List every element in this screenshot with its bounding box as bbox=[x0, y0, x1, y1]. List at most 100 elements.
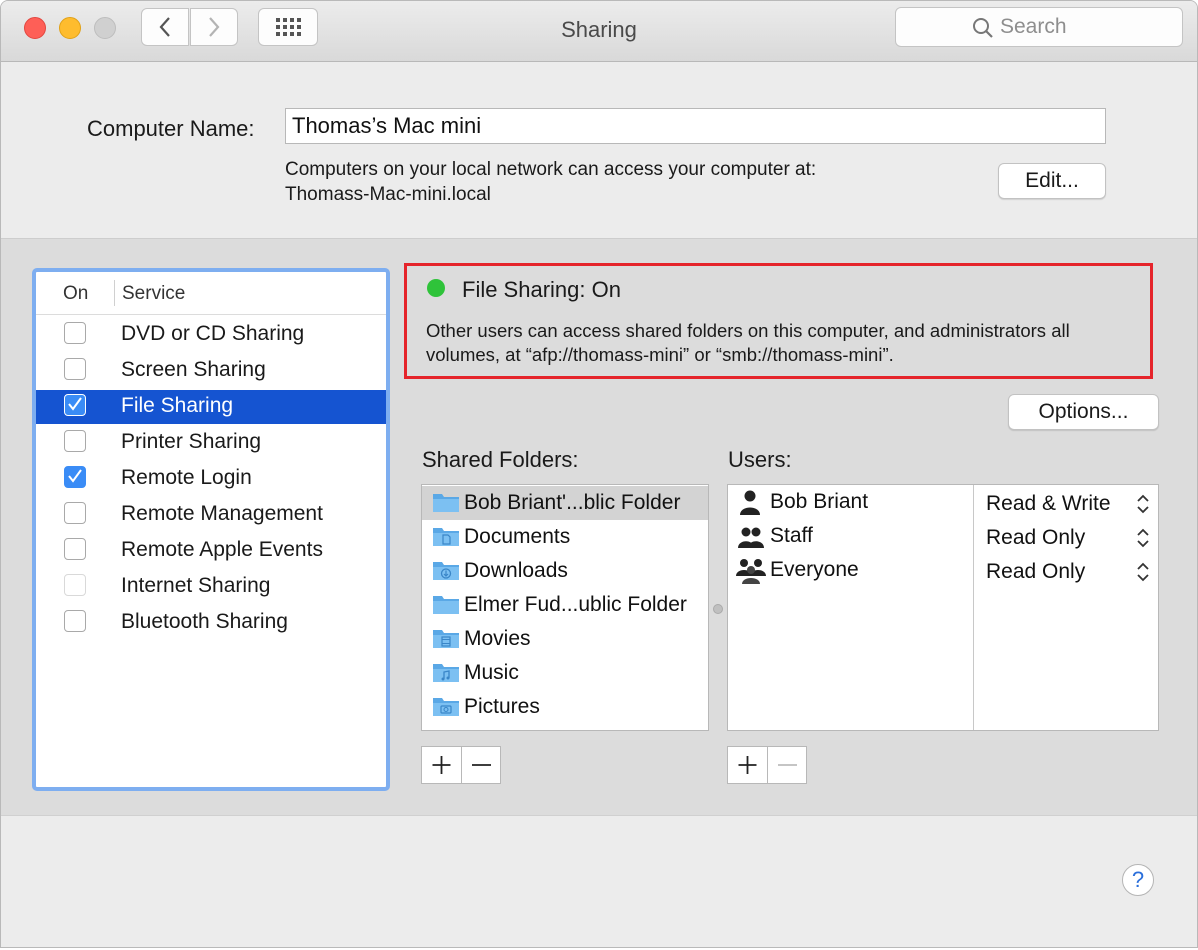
service-label: Internet Sharing bbox=[121, 574, 271, 597]
status-indicator bbox=[427, 279, 445, 297]
user-icon bbox=[740, 490, 760, 515]
help-button[interactable]: ? bbox=[1122, 864, 1154, 896]
service-checkbox[interactable] bbox=[64, 394, 86, 416]
service-label: Remote Login bbox=[121, 466, 252, 489]
permission-popup[interactable]: Read Only bbox=[974, 521, 1158, 555]
service-label: Printer Sharing bbox=[121, 430, 262, 453]
service-checkbox[interactable] bbox=[64, 502, 86, 524]
folder-row[interactable]: Music bbox=[422, 656, 708, 690]
add-folder-button[interactable] bbox=[422, 747, 461, 783]
updown-chevron-icon bbox=[1137, 494, 1149, 514]
folder-row[interactable]: Documents bbox=[422, 520, 708, 554]
service-row-file-sharing[interactable]: File Sharing bbox=[36, 390, 386, 424]
folders-add-remove bbox=[421, 746, 501, 784]
add-user-button[interactable] bbox=[728, 747, 767, 783]
computer-name-input[interactable] bbox=[285, 108, 1106, 144]
services-list[interactable]: On Service DVD or CD Sharing Screen Shar… bbox=[32, 268, 390, 791]
folder-name: Bob Briant'...blic Folder bbox=[464, 491, 681, 514]
minus-icon bbox=[472, 764, 491, 766]
folder-name: Movies bbox=[464, 627, 531, 650]
group-icon bbox=[738, 527, 764, 548]
service-row-remote-apple-events[interactable]: Remote Apple Events bbox=[36, 534, 386, 568]
service-row-bluetooth-sharing[interactable]: Bluetooth Sharing bbox=[36, 606, 386, 640]
folder-icon bbox=[433, 596, 459, 614]
service-checkbox[interactable] bbox=[64, 322, 86, 344]
status-highlight-box: File Sharing: On Other users can access … bbox=[404, 263, 1153, 379]
remove-folder-button[interactable] bbox=[462, 747, 501, 783]
title-bar: Sharing bbox=[1, 1, 1197, 62]
options-button[interactable]: Options... bbox=[1008, 394, 1159, 430]
user-row[interactable]: Everyone bbox=[728, 554, 972, 588]
column-header-service[interactable]: Service bbox=[122, 283, 185, 305]
service-row-screen-sharing[interactable]: Screen Sharing bbox=[36, 354, 386, 388]
service-row-printer-sharing[interactable]: Printer Sharing bbox=[36, 426, 386, 460]
folder-row[interactable]: Elmer Fud...ublic Folder bbox=[422, 588, 708, 622]
folder-row[interactable]: Downloads bbox=[422, 554, 708, 588]
service-row-dvd-or-cd-sharing[interactable]: DVD or CD Sharing bbox=[36, 318, 386, 352]
shared-folders-label: Shared Folders: bbox=[422, 447, 579, 472]
service-checkbox[interactable] bbox=[64, 430, 86, 452]
local-hostname: Thomass-Mac-mini.local bbox=[285, 184, 491, 205]
users-label: Users: bbox=[728, 447, 792, 472]
column-header-on[interactable]: On bbox=[63, 283, 88, 305]
status-description: Other users can access shared folders on… bbox=[426, 320, 1070, 365]
plus-icon bbox=[432, 756, 451, 774]
pictures-folder-icon bbox=[433, 698, 459, 716]
checkmark-icon bbox=[68, 397, 82, 411]
search-icon bbox=[973, 18, 993, 38]
service-row-remote-management[interactable]: Remote Management bbox=[36, 498, 386, 532]
user-row[interactable]: Staff bbox=[728, 520, 972, 554]
permission-popup[interactable]: Read & Write bbox=[974, 487, 1158, 521]
search-input[interactable] bbox=[1000, 15, 1170, 39]
shared-folders-list[interactable]: Bob Briant'...blic Folder Documents Down… bbox=[421, 484, 709, 731]
service-label: DVD or CD Sharing bbox=[121, 322, 305, 345]
users-add-remove bbox=[727, 746, 807, 784]
folder-name: Documents bbox=[464, 525, 571, 548]
downloads-folder-icon bbox=[433, 562, 459, 580]
service-label: Screen Sharing bbox=[121, 358, 266, 381]
sharing-window: Sharing Computer Name: Computers on your… bbox=[0, 0, 1198, 948]
users-permissions-list[interactable]: Bob Briant Staff Everyone Read & Write R… bbox=[727, 484, 1159, 731]
service-checkbox[interactable] bbox=[64, 538, 86, 560]
documents-folder-icon bbox=[433, 528, 459, 546]
computer-name-section bbox=[1, 62, 1197, 237]
remove-user-button[interactable] bbox=[768, 747, 807, 783]
folder-row[interactable]: Bob Briant'...blic Folder bbox=[422, 486, 708, 520]
user-name: Everyone bbox=[770, 558, 859, 581]
user-name: Bob Briant bbox=[770, 490, 869, 513]
service-label: Remote Apple Events bbox=[121, 538, 323, 561]
service-row-internet-sharing[interactable]: Internet Sharing bbox=[36, 570, 386, 604]
plus-icon bbox=[738, 756, 757, 774]
folder-name: Pictures bbox=[464, 695, 540, 718]
split-view-handle[interactable] bbox=[713, 604, 723, 614]
network-access-text: Computers on your local network can acce… bbox=[285, 159, 817, 180]
edit-button[interactable]: Edit... bbox=[998, 163, 1106, 199]
service-checkbox[interactable] bbox=[64, 466, 86, 488]
music-folder-icon bbox=[433, 664, 459, 682]
folder-name: Elmer Fud...ublic Folder bbox=[464, 593, 687, 616]
status-title: File Sharing: On bbox=[462, 277, 621, 302]
search-field[interactable] bbox=[895, 7, 1183, 47]
service-checkbox[interactable] bbox=[64, 610, 86, 632]
permission-popup[interactable]: Read Only bbox=[974, 555, 1158, 589]
folder-name: Downloads bbox=[464, 559, 568, 582]
folder-row[interactable]: Pictures bbox=[422, 690, 708, 724]
service-checkbox[interactable] bbox=[64, 574, 86, 596]
updown-chevron-icon bbox=[1137, 528, 1149, 548]
user-row[interactable]: Bob Briant bbox=[728, 486, 972, 520]
service-row-remote-login[interactable]: Remote Login bbox=[36, 462, 386, 496]
service-label: Bluetooth Sharing bbox=[121, 610, 288, 633]
minus-icon bbox=[778, 764, 797, 766]
updown-chevron-icon bbox=[1137, 562, 1149, 582]
service-checkbox[interactable] bbox=[64, 358, 86, 380]
movies-folder-icon bbox=[433, 630, 459, 648]
permission-value: Read Only bbox=[986, 526, 1086, 549]
permission-value: Read Only bbox=[986, 560, 1086, 583]
service-label: File Sharing bbox=[121, 394, 234, 417]
service-label: Remote Management bbox=[121, 502, 323, 525]
everyone-icon bbox=[736, 559, 766, 584]
folder-row[interactable]: Movies bbox=[422, 622, 708, 656]
column-divider bbox=[114, 280, 115, 306]
permission-value: Read & Write bbox=[986, 492, 1111, 515]
checkmark-icon bbox=[68, 469, 82, 483]
